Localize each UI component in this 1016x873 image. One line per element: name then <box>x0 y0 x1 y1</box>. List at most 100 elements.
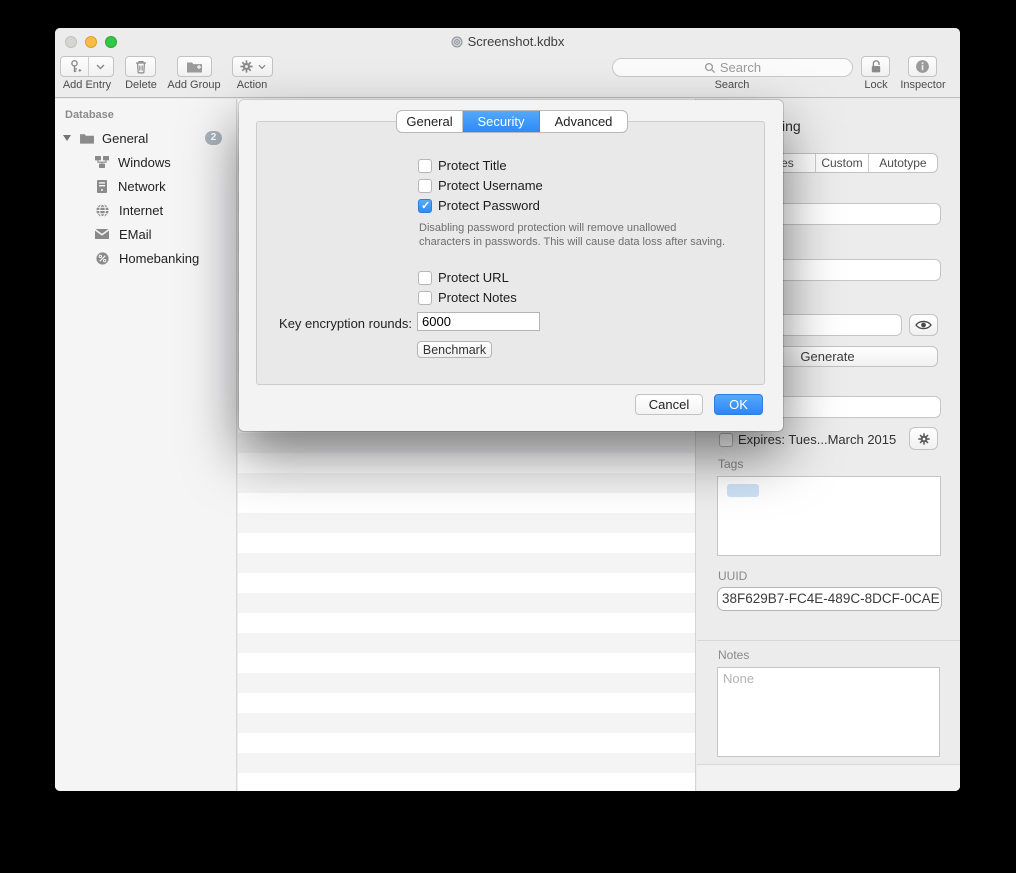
gear-icon <box>917 432 931 446</box>
divider <box>697 640 960 641</box>
info-icon <box>915 59 930 74</box>
cancel-button[interactable]: Cancel <box>635 394 703 415</box>
sidebar-section-database: Database <box>65 109 114 121</box>
protect-title-checkbox[interactable] <box>418 159 432 173</box>
action-button[interactable] <box>232 56 273 77</box>
protect-notes-checkbox[interactable] <box>418 291 432 305</box>
add-entry-button[interactable] <box>60 56 114 77</box>
percent-icon <box>95 251 110 266</box>
lock-button[interactable] <box>861 56 890 77</box>
sidebar-item-label: Network <box>118 179 166 194</box>
protect-username-checkbox[interactable] <box>418 179 432 193</box>
inspector-button[interactable] <box>908 56 937 77</box>
add-group-label: Add Group <box>167 79 220 91</box>
protect-password-row: Protect Password <box>418 198 540 213</box>
expires-options-button[interactable] <box>909 427 938 450</box>
tab-custom[interactable]: Custom <box>816 154 868 172</box>
expires-row: Expires: Tues...March 2015 <box>719 432 896 447</box>
server-icon <box>96 179 108 194</box>
windows-network-icon <box>94 155 110 169</box>
tab-autotype-label: Autotype <box>879 156 926 170</box>
delete-label: Delete <box>125 79 157 91</box>
tab-general[interactable]: General <box>397 111 463 132</box>
sidebar-item-internet[interactable]: Internet <box>55 200 236 220</box>
protect-url-row: Protect URL <box>418 270 509 285</box>
chevron-down-icon <box>96 64 105 70</box>
sidebar-item-homebanking[interactable]: Homebanking <box>55 248 236 268</box>
tab-autotype[interactable]: Autotype <box>869 154 937 172</box>
expires-checkbox[interactable] <box>719 433 733 447</box>
benchmark-label: Benchmark <box>423 343 486 357</box>
tab-general-label: General <box>406 114 452 129</box>
protect-username-label: Protect Username <box>438 178 543 193</box>
search-label: Search <box>715 79 750 91</box>
protect-url-label: Protect URL <box>438 270 509 285</box>
protect-notes-row: Protect Notes <box>418 290 517 305</box>
expires-label: Expires: Tues...March 2015 <box>738 432 896 447</box>
notes-input[interactable] <box>717 667 940 757</box>
ok-label: OK <box>729 397 748 412</box>
benchmark-button[interactable]: Benchmark <box>417 341 492 358</box>
database-settings-dialog: General Security Advanced Protect Title … <box>239 100 783 431</box>
tags-box[interactable] <box>717 476 941 556</box>
search-placeholder: Search <box>720 60 761 75</box>
sidebar-item-label: Internet <box>119 203 163 218</box>
tab-advanced[interactable]: Advanced <box>540 111 627 132</box>
gear-icon <box>239 59 254 74</box>
password-protection-warning: Disabling password protection will remov… <box>419 222 729 249</box>
protect-username-row: Protect Username <box>418 178 543 193</box>
inspector-footer <box>697 764 960 791</box>
window-title-text: Screenshot.kdbx <box>468 34 565 49</box>
notes-label: Notes <box>718 648 749 662</box>
ok-button[interactable]: OK <box>714 394 763 415</box>
search-icon <box>704 62 716 74</box>
lock-label: Lock <box>864 79 887 91</box>
window-title: Screenshot.kdbx <box>55 34 960 49</box>
count-badge: 2 <box>205 131 222 145</box>
sidebar: Database General 2 Windows <box>55 99 237 791</box>
generate-label: Generate <box>800 349 854 364</box>
folder-icon <box>79 132 95 145</box>
tab-security[interactable]: Security <box>463 111 540 132</box>
show-password-button[interactable] <box>909 314 938 336</box>
dialog-tab-bar: General Security Advanced <box>396 110 628 133</box>
sidebar-item-label: General <box>102 131 148 146</box>
toolbar: Add Entry Delete Add Group <box>55 56 960 98</box>
inspector-label: Inspector <box>900 79 945 91</box>
tab-security-label: Security <box>478 114 525 129</box>
protect-title-row: Protect Title <box>418 158 507 173</box>
eye-icon <box>915 319 932 331</box>
trash-icon <box>134 59 148 74</box>
titlebar: Screenshot.kdbx <box>55 28 960 56</box>
tag-token[interactable] <box>727 484 759 497</box>
delete-button[interactable] <box>125 56 156 77</box>
key-plus-icon[interactable] <box>61 57 88 76</box>
uuid-field[interactable]: 38F629B7-FC4E-489C-8DCF-0CAE <box>717 587 942 611</box>
sidebar-item-network[interactable]: Network <box>55 176 236 196</box>
dialog-group-box <box>256 121 765 385</box>
protect-notes-label: Protect Notes <box>438 290 517 305</box>
tags-label: Tags <box>718 457 743 471</box>
protect-password-checkbox[interactable] <box>418 199 432 213</box>
key-rounds-input[interactable] <box>417 312 540 331</box>
add-entry-label: Add Entry <box>63 79 111 91</box>
search-input[interactable]: Search <box>612 58 853 77</box>
document-icon <box>451 36 463 48</box>
app-window: Screenshot.kdbx Add Entry <box>55 28 960 791</box>
protect-url-checkbox[interactable] <box>418 271 432 285</box>
sidebar-item-label: EMail <box>119 227 152 242</box>
disclosure-triangle-icon[interactable] <box>63 135 71 141</box>
uuid-label: UUID <box>718 569 747 583</box>
sidebar-item-windows[interactable]: Windows <box>55 152 236 172</box>
sidebar-item-general[interactable]: General 2 <box>55 128 236 148</box>
tab-advanced-label: Advanced <box>555 114 613 129</box>
protect-title-label: Protect Title <box>438 158 507 173</box>
sidebar-item-email[interactable]: EMail <box>55 224 236 244</box>
add-group-button[interactable] <box>177 56 212 77</box>
sidebar-item-label: Windows <box>118 155 171 170</box>
cancel-label: Cancel <box>649 397 689 412</box>
globe-icon <box>95 203 110 218</box>
protect-password-label: Protect Password <box>438 198 540 213</box>
add-entry-dropdown[interactable] <box>89 57 113 76</box>
envelope-icon <box>94 228 110 240</box>
